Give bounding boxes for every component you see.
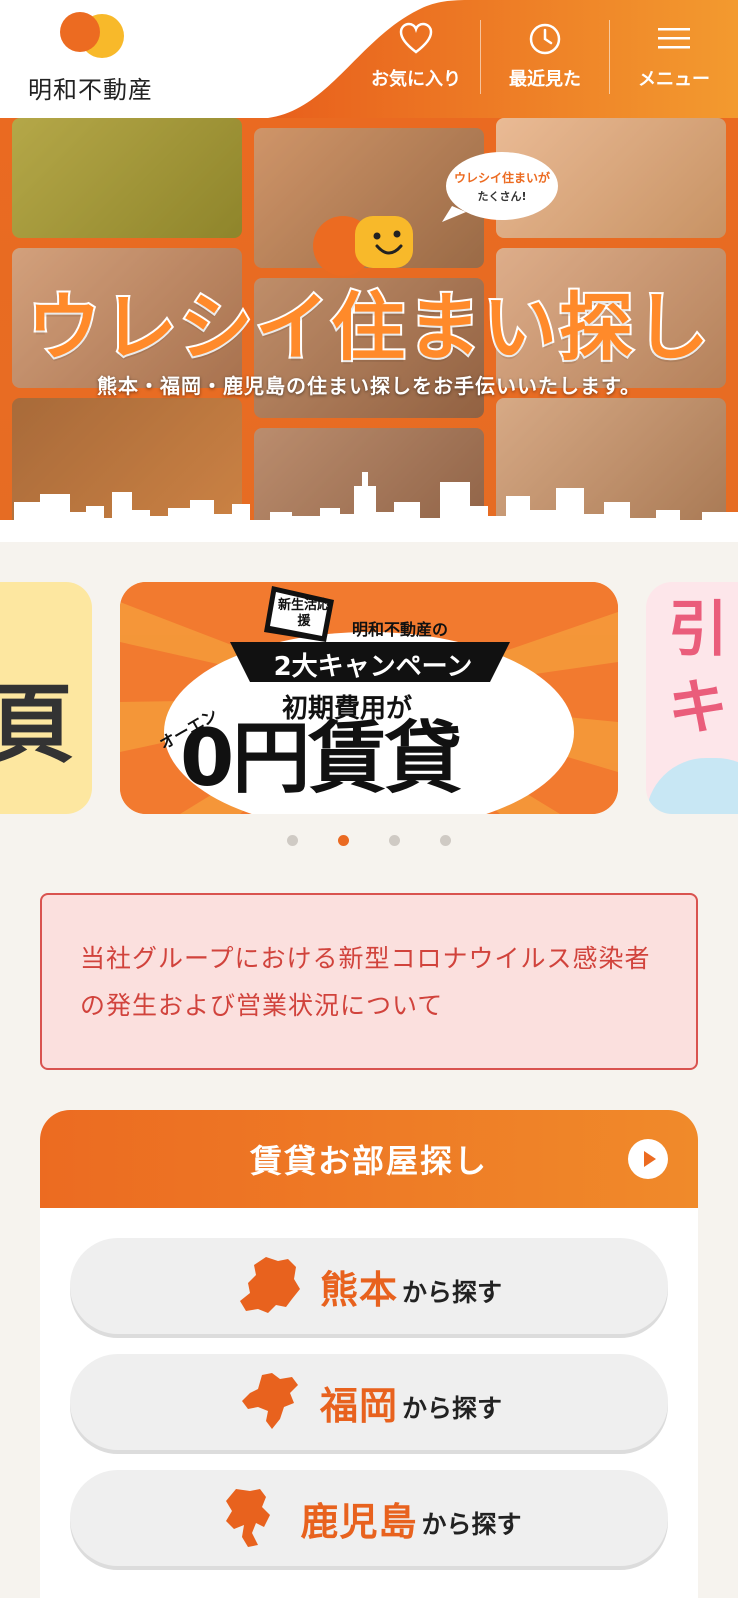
kumamoto-map-icon (239, 1257, 300, 1313)
hero-banner: ウレシイ住まいが たくさん! ウレシイ住まい探し 熊本・福岡・鹿児島の住まい探し… (0, 118, 738, 542)
kagoshima-label: 鹿児島 (300, 1499, 418, 1544)
kumamoto-label: 熊本 (319, 1267, 398, 1312)
slide-next-text-2: キ (668, 673, 728, 743)
logo-text: 明和不動産 (28, 76, 153, 104)
heart-icon (399, 22, 433, 54)
campaign-carousel[interactable]: 頁 新生活応援 明和不動産の 2大キャンペーン 初期費用が オーエン 0円賃貸 … (0, 582, 738, 814)
slide-next-wave (646, 758, 738, 814)
search-fukuoka-button[interactable]: 福岡 から探す (70, 1354, 668, 1450)
search-suffix: から探す (402, 1278, 503, 1307)
carousel-dot-2[interactable] (338, 835, 349, 846)
carousel-pagination (0, 835, 738, 855)
search-kagoshima-button[interactable]: 鹿児島 から探す (70, 1470, 668, 1566)
play-arrow-icon[interactable] (628, 1139, 668, 1179)
favorites-button[interactable]: お気に入り (352, 0, 480, 118)
fukuoka-map-icon (241, 1373, 298, 1429)
rental-search-title: 賃貸お部屋探し (249, 1142, 488, 1180)
carousel-slide-campaign[interactable]: 新生活応援 明和不動産の 2大キャンペーン 初期費用が オーエン 0円賃貸 (120, 582, 618, 814)
covid-notice-link[interactable]: 当社グループにおける新型コロナウイルス感染者の発生および営業状況について (40, 893, 698, 1070)
campaign-brand: 明和不動産の (352, 620, 449, 639)
rental-search-panel: 賃貸お部屋探し 熊本 から探す 福岡 から探す 鹿児島 から探す (40, 1110, 698, 1598)
header-nav: お気に入り 最近見た メニュー (352, 0, 738, 118)
menu-label: メニュー (638, 69, 710, 90)
city-skyline-icon (0, 472, 738, 542)
campaign-big-text: 0円賃貸 (180, 714, 462, 804)
logo-mark-icon (60, 12, 124, 58)
clock-icon (529, 23, 561, 55)
recently-viewed-label: 最近見た (509, 69, 581, 90)
search-suffix: から探す (421, 1510, 522, 1539)
favorites-label: お気に入り (371, 69, 461, 90)
carousel-dot-3[interactable] (389, 835, 400, 846)
site-header: 明和不動産 お気に入り 最近見た メニュー (0, 0, 738, 118)
slide-next-text-1: 引 (668, 595, 728, 665)
rental-search-header[interactable]: 賃貸お部屋探し (40, 1110, 698, 1208)
kagoshima-map-icon (226, 1489, 271, 1547)
notice-text: 当社グループにおける新型コロナウイルス感染者の発生および営業状況について (80, 944, 651, 1020)
site-logo[interactable]: 明和不動産 (28, 12, 158, 104)
campaign-headline: 2大キャンペーン (273, 652, 473, 682)
slide-prev-text: 頁 (0, 675, 74, 775)
campaign-badge: 新生活応援 (277, 598, 330, 629)
hero-title: ウレシイ住まい探し (25, 283, 711, 373)
menu-icon (658, 28, 690, 49)
fukuoka-label: 福岡 (319, 1383, 398, 1428)
bubble-line2: たくさん! (477, 190, 526, 203)
bubble-line1: ウレシイ住まいが (454, 170, 550, 185)
search-suffix: から探す (402, 1394, 503, 1423)
recently-viewed-button[interactable]: 最近見た (481, 0, 609, 118)
speech-bubble-icon: ウレシイ住まいが たくさん! (442, 152, 558, 222)
search-kumamoto-button[interactable]: 熊本 から探す (70, 1238, 668, 1334)
carousel-dot-1[interactable] (287, 835, 298, 846)
carousel-dot-4[interactable] (440, 835, 451, 846)
hero-subtitle: 熊本・福岡・鹿児島の住まい探しをお手伝いいたします。 (97, 374, 641, 398)
carousel-slide-prev[interactable]: 頁 (0, 582, 92, 814)
menu-button[interactable]: メニュー (610, 0, 738, 118)
carousel-slide-next[interactable]: 引 キ (646, 582, 738, 814)
